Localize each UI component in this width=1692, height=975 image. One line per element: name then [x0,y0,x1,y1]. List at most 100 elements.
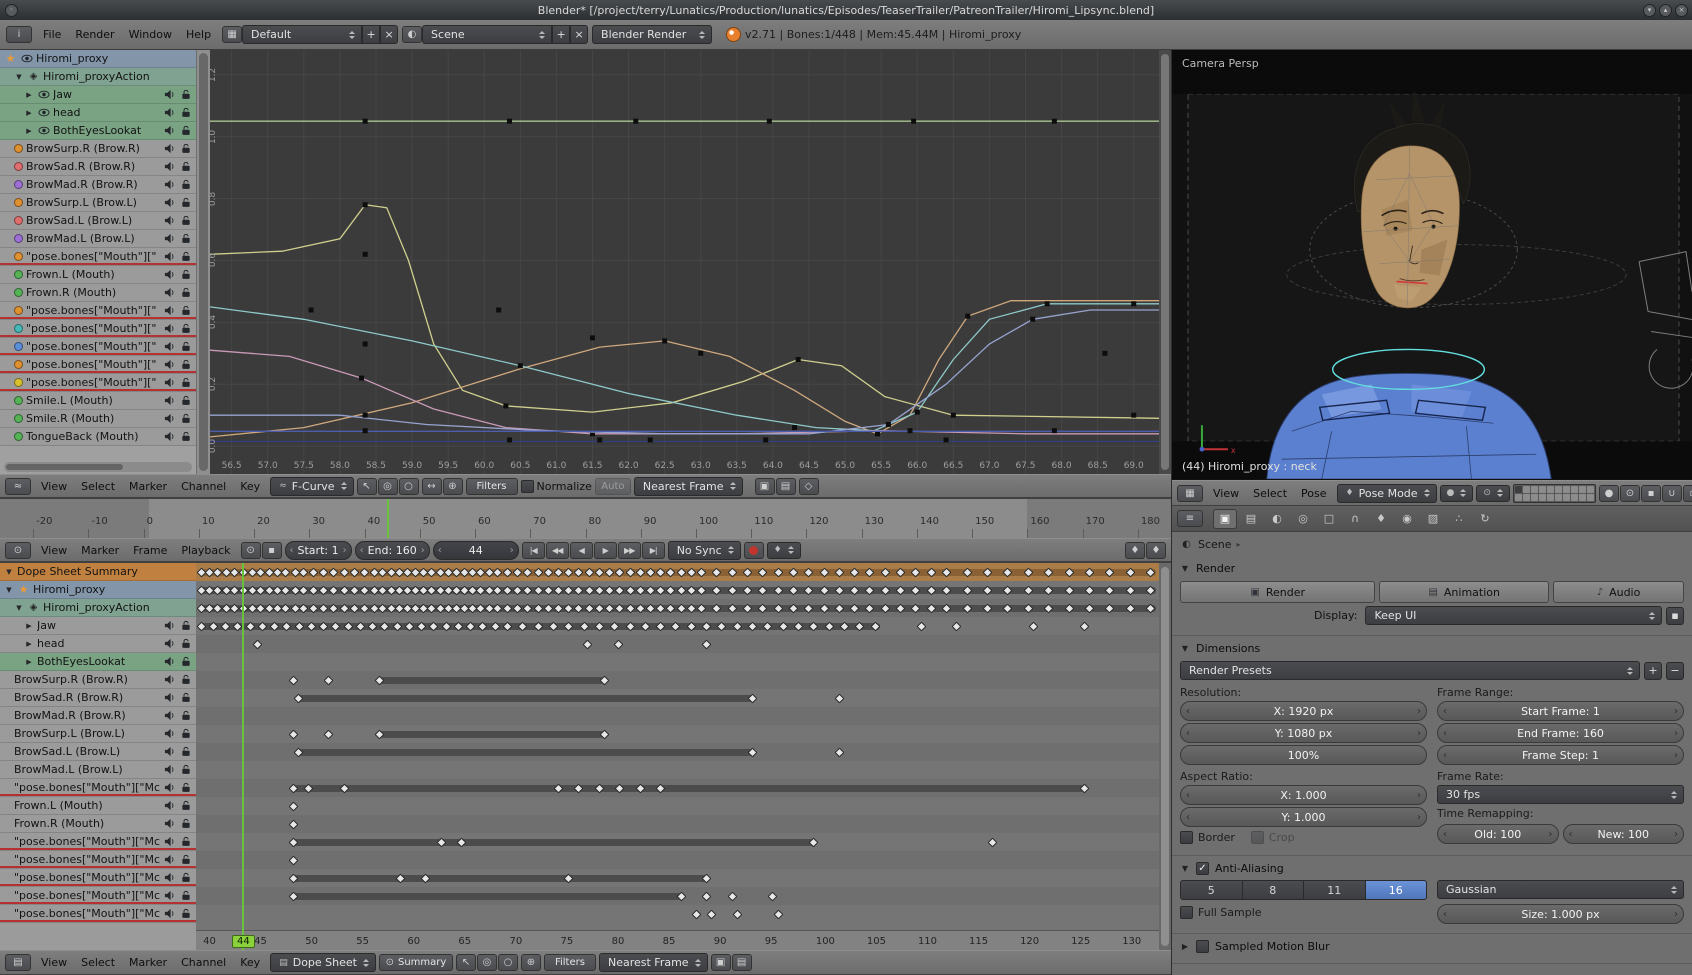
keyframe[interactable] [582,639,592,649]
keyframe-point[interactable] [633,119,638,124]
keyframe-point[interactable] [1045,301,1050,306]
play-reverse-button[interactable]: ◀ [570,542,593,559]
lock-icon[interactable] [179,782,192,793]
keyframe[interactable] [732,909,742,919]
channel-row[interactable]: "pose.bones["Mouth"]["Mc [0,851,196,869]
prev-keyframe-button[interactable]: ◀◀ [546,542,569,559]
copy-keyframes-icon[interactable]: ▣ [711,954,731,971]
lock-icon[interactable] [179,764,192,775]
pan-view-icon[interactable]: ↔ [422,478,442,495]
layer-cell[interactable] [1579,494,1586,501]
keyframe-row[interactable] [196,797,1159,815]
channel-row[interactable]: "pose.bones["Mouth"]["Mc [0,833,196,851]
menu-select[interactable]: Select [74,478,122,495]
mute-speaker-icon[interactable] [163,638,176,649]
end-frame-field[interactable]: End: 160 [355,541,430,560]
mute-speaker-icon[interactable] [163,692,176,703]
keyframe-row[interactable] [196,905,1159,923]
keyframe-row[interactable] [196,779,1159,797]
channel-row[interactable]: BrowMad.L (Brow.L) [0,761,196,779]
motion-blur-checkbox[interactable] [1196,940,1209,953]
channel-row[interactable]: BrowSad.R (Brow.R) [0,689,196,707]
frame-step-field[interactable]: Frame Step: 1 [1437,745,1684,765]
keyframe-row[interactable] [196,581,1159,599]
menu-marker[interactable]: Marker [122,954,174,971]
render-button[interactable]: ▣Render [1180,581,1375,603]
lock-icon[interactable] [179,287,192,298]
play-button[interactable]: ▶ [594,542,617,559]
expand-toggle-icon[interactable]: ▶ [24,91,34,99]
dope-keyframe-area[interactable]: 4045505560657075808590951001051101151201… [196,563,1159,950]
proportional-icon[interactable]: ○ [399,478,419,495]
keyframe[interactable] [288,675,298,685]
lock-icon[interactable] [179,251,192,262]
display-mode-dropdown[interactable]: Keep UI [1365,606,1662,625]
mute-speaker-icon[interactable] [163,872,176,883]
lock-icon[interactable] [179,710,192,721]
collapse-icon[interactable]: ▶ [1180,942,1190,951]
menu-playback[interactable]: Playback [174,542,237,559]
auto-snap-dropdown[interactable]: Nearest Frame [599,953,708,972]
channel-row[interactable]: Frown.R (Mouth) [0,815,196,833]
keyframe-point[interactable] [359,376,364,381]
lock-interface-icon[interactable]: ▪ [1666,607,1684,625]
editor-type-selector[interactable]: ▦ [1177,485,1203,502]
keyframe[interactable] [768,891,778,901]
mute-speaker-icon[interactable] [163,764,176,775]
delete-layout-button[interactable]: × [380,25,398,44]
copy-keyframes-icon[interactable]: ▣ [755,478,775,495]
add-layout-button[interactable]: + [362,25,380,44]
keyframe-point[interactable] [597,437,602,442]
keyframe[interactable] [614,639,624,649]
lock-icon[interactable] [179,341,192,352]
remove-preset-button[interactable]: − [1666,662,1684,680]
filters-button[interactable]: Filters [544,954,596,971]
keyframe[interactable] [707,909,717,919]
keyframe[interactable] [773,909,783,919]
keyframe-point[interactable] [363,252,368,257]
keyframe-point[interactable] [1131,301,1136,306]
channel-row[interactable]: BrowMad.R (Brow.R) [0,176,196,194]
mute-speaker-icon[interactable] [163,251,176,262]
lock-icon[interactable] [179,125,192,136]
channel-row[interactable]: Frown.R (Mouth) [0,284,196,302]
keyframe-point[interactable] [648,437,653,442]
eye-icon[interactable] [37,126,50,135]
lock-icon[interactable] [179,323,192,334]
layer-cell[interactable] [1587,494,1594,501]
channel-row[interactable]: "pose.bones["Mouth"]["Mc [0,779,196,797]
scene-dropdown[interactable]: Scene [422,25,552,44]
eye-icon[interactable] [37,90,50,99]
border-checkbox[interactable] [1180,831,1193,844]
mute-speaker-icon[interactable] [163,710,176,721]
keyframe-point[interactable] [507,437,512,442]
viewport-3d[interactable]: x Camera Persp (44) Hiromi_proxy : neck [1172,50,1692,480]
render-panel-header[interactable]: ▼ Render [1180,558,1684,578]
menu-frame[interactable]: Frame [126,542,174,559]
keyframe-point[interactable] [915,410,920,415]
channel-row[interactable]: BrowSad.L (Brow.L) [0,743,196,761]
lock-icon[interactable] [179,638,192,649]
editor-type-selector[interactable]: i [6,26,32,43]
keyframe-point[interactable] [944,437,949,442]
viewport-shading-dropdown[interactable]: ● [1440,485,1474,502]
lock-time-icon[interactable]: ▪ [262,542,282,559]
channel-row[interactable]: "pose.bones["Mouth"][" [0,320,196,338]
keyframe-row[interactable] [196,689,1159,707]
expand-toggle-icon[interactable]: ▼ [4,568,14,576]
keyframe[interactable] [324,729,334,739]
render-animation-button[interactable]: ▤Animation [1379,581,1549,603]
mute-speaker-icon[interactable] [163,395,176,406]
lock-icon[interactable] [179,359,192,370]
crop-checkbox[interactable] [1251,831,1264,844]
mute-speaker-icon[interactable] [163,161,176,172]
keyframe[interactable] [288,729,298,739]
delete-scene-button[interactable]: × [570,25,588,44]
pivot-icon[interactable]: ◎ [477,954,497,971]
menu-view[interactable]: View [34,478,74,495]
graph-value-scrollbar[interactable] [196,50,210,474]
layer-cell[interactable] [1515,494,1522,501]
channel-row[interactable]: ▶BothEyesLookat [0,122,196,140]
scrollbar-handle[interactable] [1161,567,1169,946]
keyframe-point[interactable] [951,413,956,418]
